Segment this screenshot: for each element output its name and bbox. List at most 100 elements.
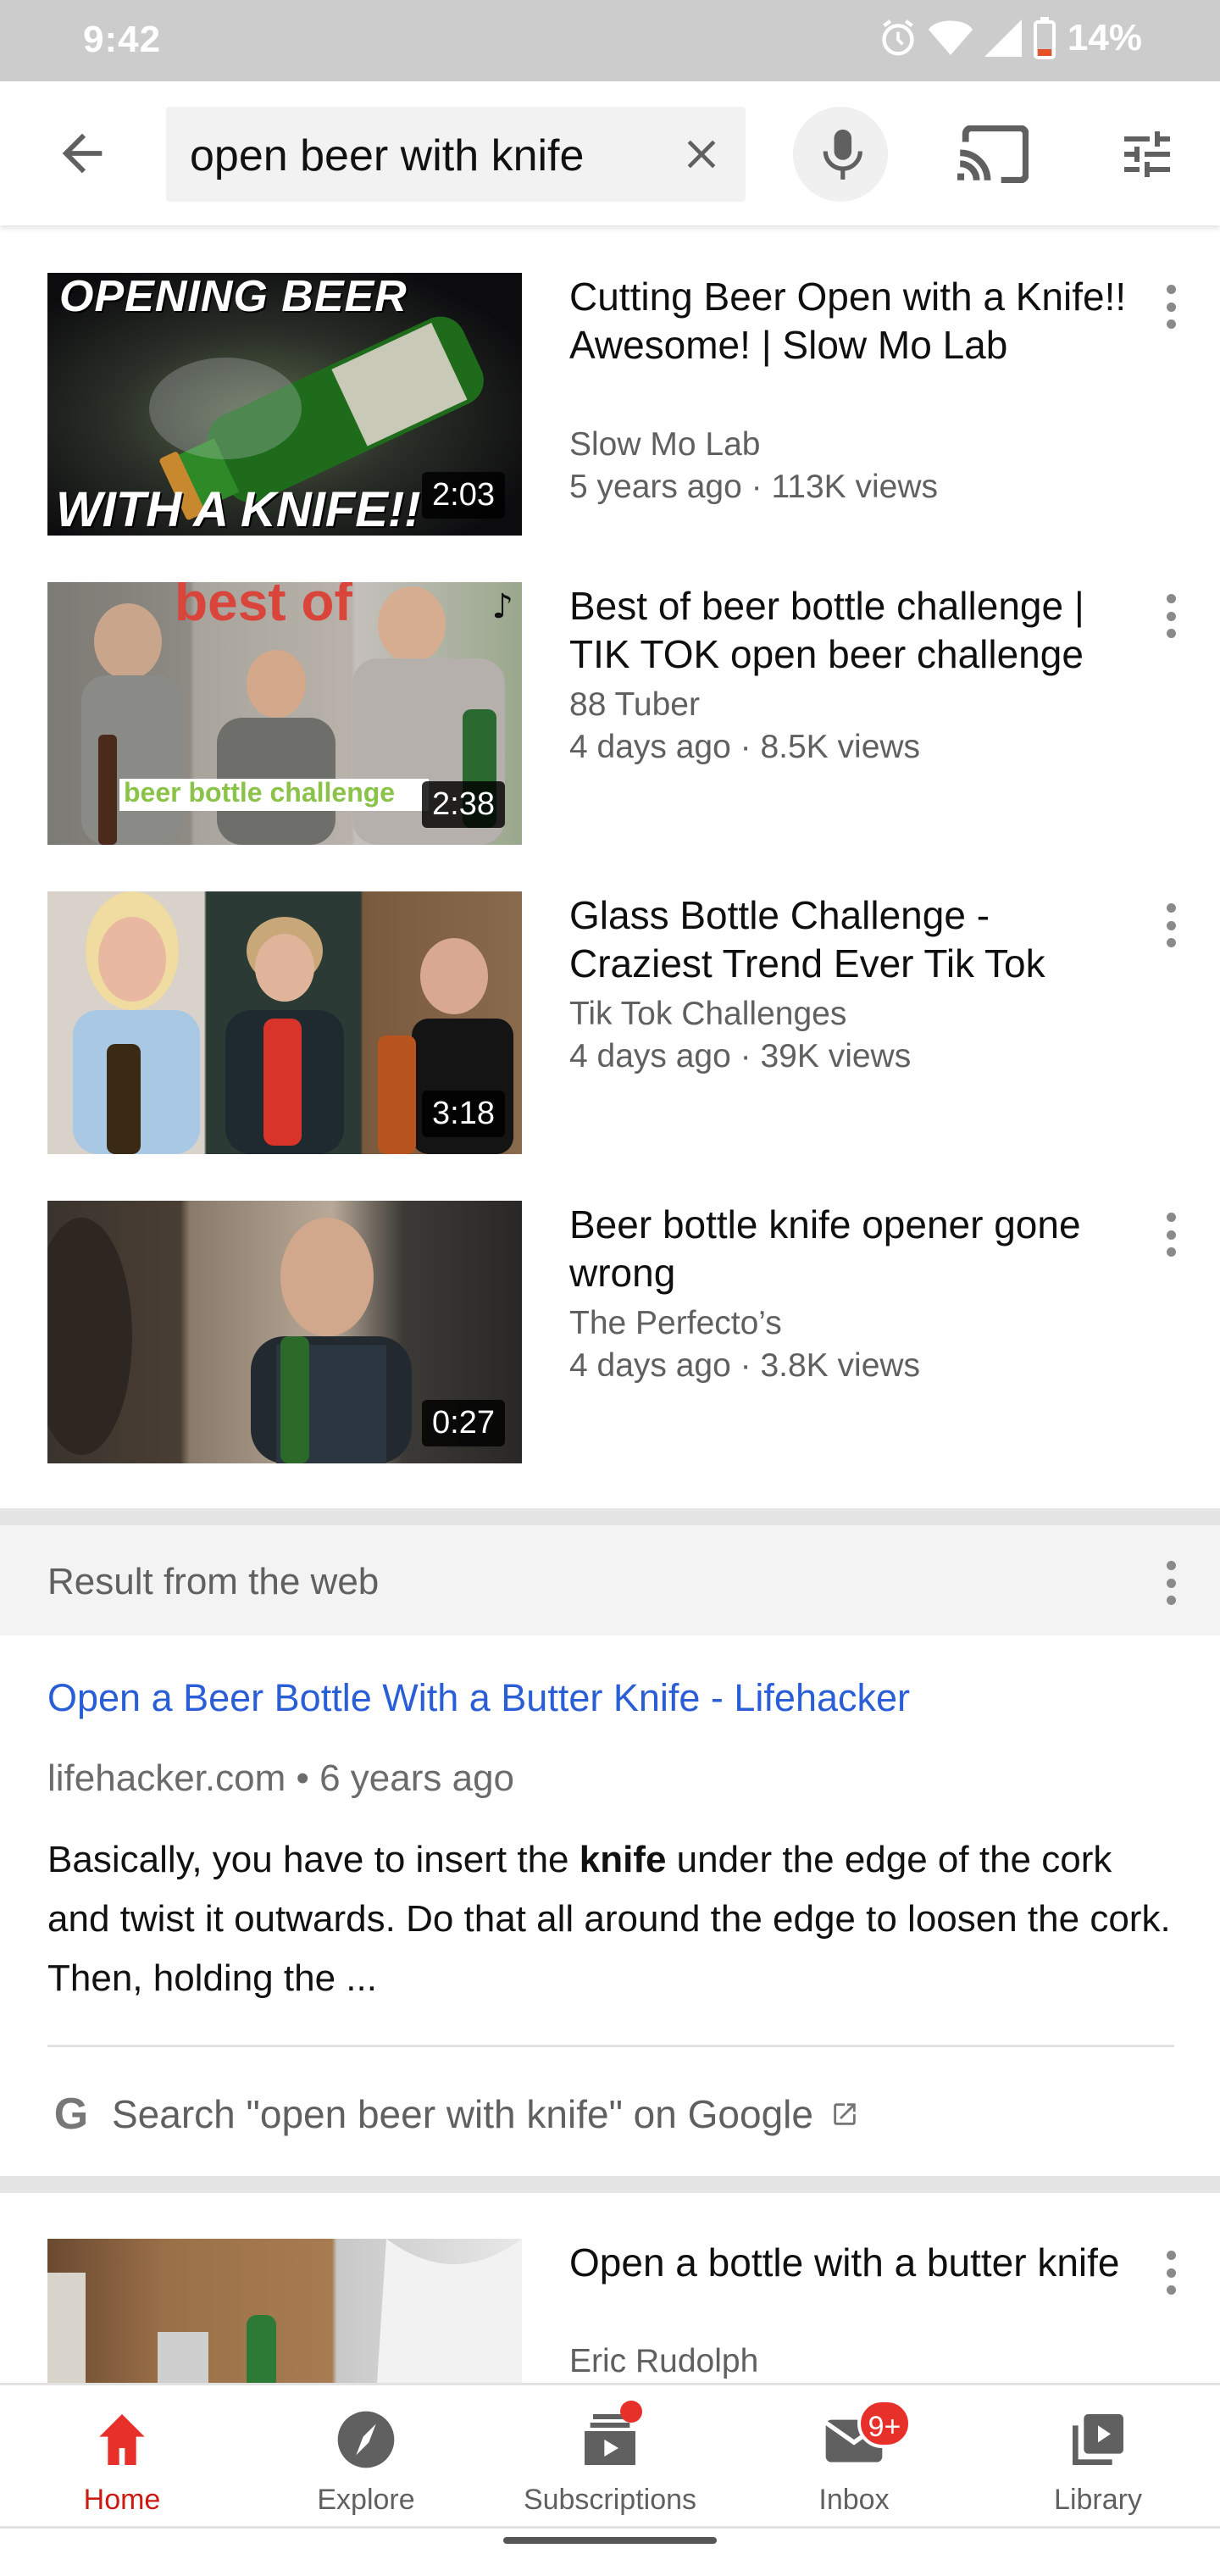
kebab-dot: [1166, 611, 1176, 621]
kebab-dot: [1166, 920, 1176, 930]
notification-dot: [620, 2401, 642, 2423]
thumbnail-text: OPENING BEER: [59, 273, 408, 321]
kebab-dot: [1166, 285, 1176, 294]
search-on-google-button[interactable]: G Search "open beer with knife" on Googl…: [47, 2085, 859, 2144]
video-result[interactable]: Open a bottle with a butter knife Eric R…: [0, 2239, 1220, 2383]
more-options-button[interactable]: [1156, 900, 1186, 951]
more-options-button[interactable]: [1156, 2247, 1186, 2298]
home-icon: [88, 2406, 156, 2473]
video-thumbnail[interactable]: 0:27: [47, 1201, 522, 1463]
snippet-text: Basically, you have to insert the: [47, 1839, 580, 1880]
video-result[interactable]: 3:18 Glass Bottle Challenge - Craziest T…: [0, 891, 1220, 1171]
video-thumbnail[interactable]: best of beer bottle challenge ♪ 2:38: [47, 582, 522, 845]
kebab-dot: [1166, 2251, 1176, 2260]
nav-label: Explore: [317, 2484, 415, 2516]
search-query[interactable]: open beer with knife: [190, 130, 584, 181]
inbox-badge: 9+: [857, 2399, 912, 2448]
video-title[interactable]: Best of beer bottle challenge | TIK TOK …: [569, 582, 1128, 679]
back-button[interactable]: [53, 124, 112, 183]
web-result-link[interactable]: Open a Beer Bottle With a Butter Knife -…: [47, 1676, 910, 1720]
section-divider: [0, 1508, 1220, 1525]
google-g-icon: G: [53, 2090, 89, 2139]
video-channel[interactable]: 88 Tuber: [569, 684, 1128, 726]
kebab-dot: [1166, 302, 1176, 312]
status-bar: 9:42 14%: [0, 0, 1220, 81]
battery-icon: [1033, 17, 1056, 59]
video-channel[interactable]: The Perfecto’s: [569, 1302, 1128, 1345]
video-duration: 3:18: [422, 1091, 505, 1137]
nav-explore[interactable]: Explore: [244, 2385, 488, 2526]
kebab-dot: [1166, 1596, 1176, 1605]
home-gesture-handle[interactable]: [503, 2537, 717, 2544]
status-time: 9:42: [83, 19, 162, 60]
more-options-button[interactable]: [1156, 591, 1186, 641]
microphone-icon: [823, 129, 862, 180]
clear-search-button[interactable]: [678, 130, 725, 178]
nav-label: Home: [83, 2484, 161, 2516]
video-thumbnail[interactable]: [47, 2239, 522, 2383]
video-result[interactable]: best of beer bottle challenge ♪ 2:38 Bes…: [0, 582, 1220, 862]
nav-subscriptions[interactable]: Subscriptions: [488, 2385, 732, 2526]
compass-icon: [332, 2406, 400, 2473]
signal-icon: [984, 19, 1022, 57]
inbox-icon: 9+: [820, 2399, 912, 2473]
tiktok-logo-icon: ♪: [491, 587, 513, 626]
nav-home[interactable]: Home: [0, 2385, 244, 2526]
wifi-icon: [928, 20, 973, 55]
video-result[interactable]: OPENING BEER WITH A KNIFE!! 2:03 Cutting…: [0, 273, 1220, 552]
video-title[interactable]: Beer bottle knife opener gone wrong: [569, 1201, 1128, 1297]
kebab-dot: [1166, 1578, 1176, 1588]
tune-icon: [1124, 131, 1170, 177]
nav-inbox[interactable]: 9+ Inbox: [732, 2385, 976, 2526]
kebab-dot: [1166, 2268, 1176, 2278]
web-result-label: Result from the web: [47, 1561, 380, 1602]
search-filters-button[interactable]: [1117, 124, 1178, 185]
alarm-icon: [882, 19, 914, 56]
video-thumbnail[interactable]: OPENING BEER WITH A KNIFE!! 2:03: [47, 273, 522, 536]
nav-label: Library: [1054, 2484, 1142, 2516]
web-result-source: lifehacker.com • 6 years ago: [47, 1757, 515, 1799]
video-duration: 2:38: [422, 781, 505, 828]
web-result-options-button[interactable]: [1156, 1557, 1186, 1608]
video-title[interactable]: Glass Bottle Challenge - Craziest Trend …: [569, 891, 1128, 988]
web-result-snippet: Basically, you have to insert the knife …: [47, 1830, 1183, 2008]
status-icons: 14%: [879, 17, 1142, 59]
close-icon: [687, 140, 716, 169]
library-icon: [1064, 2406, 1132, 2473]
more-options-button[interactable]: [1156, 1209, 1186, 1260]
kebab-dot: [1166, 594, 1176, 603]
kebab-dot: [1166, 938, 1176, 947]
thumbnail-text: beer bottle challenge: [124, 777, 396, 808]
battery-percent: 14%: [1067, 17, 1142, 58]
video-duration: 0:27: [422, 1400, 505, 1446]
video-channel[interactable]: Eric Rudolph: [569, 2340, 1128, 2383]
snippet-highlight: knife: [579, 1839, 667, 1880]
divider: [47, 2045, 1174, 2047]
video-age-views: 5 years ago · 113K views: [569, 469, 938, 505]
subscriptions-icon: [576, 2401, 644, 2473]
video-channel[interactable]: Tik Tok Challenges: [569, 993, 1128, 1035]
search-input[interactable]: open beer with knife: [166, 107, 746, 202]
more-options-button[interactable]: [1156, 281, 1186, 332]
gesture-bar-area: [0, 2529, 1220, 2576]
nav-label: Inbox: [818, 2484, 890, 2516]
cast-button[interactable]: [957, 125, 1029, 184]
video-age-views: 4 days ago · 39K views: [569, 1038, 912, 1074]
kebab-dot: [1166, 319, 1176, 329]
video-title[interactable]: Cutting Beer Open with a Knife!! Awesome…: [569, 273, 1128, 369]
video-channel[interactable]: Slow Mo Lab: [569, 424, 1128, 466]
kebab-dot: [1166, 629, 1176, 638]
video-title[interactable]: Open a bottle with a butter knife: [569, 2239, 1128, 2287]
section-divider: [0, 2176, 1220, 2193]
thumbnail-text: best of: [175, 582, 352, 632]
voice-search-button[interactable]: [793, 107, 888, 202]
arrow-left-icon: [62, 133, 103, 174]
kebab-dot: [1166, 1230, 1176, 1240]
kebab-dot: [1166, 1213, 1176, 1222]
search-header: open beer with knife: [0, 81, 1220, 225]
video-result[interactable]: 0:27 Beer bottle knife opener gone wrong…: [0, 1201, 1220, 1480]
cast-icon: [957, 125, 1029, 184]
kebab-dot: [1166, 2285, 1176, 2295]
video-thumbnail[interactable]: 3:18: [47, 891, 522, 1154]
nav-library[interactable]: Library: [976, 2385, 1220, 2526]
